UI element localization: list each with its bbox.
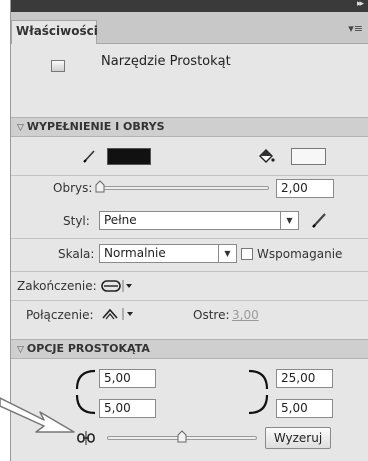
section-fill-stroke[interactable]: ▽ WYPEŁNIENIE I OBRYS <box>11 117 368 137</box>
section-rectangle-options[interactable]: ▽ OPCJE PROSTOKĄTA <box>11 339 368 359</box>
panel-menu-icon[interactable]: ▾≡ <box>348 22 363 35</box>
corner-top-right-input[interactable]: 25,00 <box>276 369 333 388</box>
collapse-icon[interactable]: ▸▸ <box>357 0 364 9</box>
stroke-style-value: Pełne <box>104 213 137 227</box>
miter-label: Ostre: <box>193 308 230 322</box>
collapse-triangle-icon: ▽ <box>17 345 24 355</box>
panel-title-bar: ▸▸ <box>11 0 368 12</box>
edit-style-pencil-icon[interactable] <box>309 210 329 230</box>
section-title: OPCJE PROSTOKĄTA <box>26 342 150 355</box>
hinting-checkbox[interactable] <box>241 248 253 260</box>
stroke-width-slider[interactable] <box>99 186 269 190</box>
annotation-arrow-icon <box>0 397 75 433</box>
corner-top-right-icon <box>248 369 269 390</box>
stroke-color-swatch[interactable] <box>107 148 151 165</box>
stroke-style-select[interactable]: Pełne ▼ <box>99 211 299 230</box>
paint-bucket-icon <box>259 149 275 163</box>
corner-bottom-right-icon <box>248 394 269 415</box>
divider <box>11 300 368 301</box>
cap-style-icon[interactable] <box>101 279 133 293</box>
chevron-down-icon: ▼ <box>280 212 298 229</box>
reset-button[interactable]: Wyzeruj <box>265 427 331 449</box>
rectangle-tool-icon <box>51 60 65 72</box>
chevron-down-icon: ▼ <box>218 245 236 262</box>
join-style-icon[interactable] <box>101 307 135 321</box>
stroke-width-input[interactable]: 2,00 <box>276 179 334 198</box>
corner-top-left-icon <box>75 369 96 390</box>
corner-top-left-input[interactable]: 5,00 <box>99 369 156 388</box>
collapse-triangle-icon: ▽ <box>17 123 24 133</box>
scale-value: Normalnie <box>104 246 166 260</box>
corner-bottom-right-input[interactable]: 5,00 <box>276 399 333 418</box>
corner-bottom-left-input[interactable]: 5,00 <box>99 399 156 418</box>
miter-value[interactable]: 3,00 <box>232 308 259 322</box>
join-label: Połączenie: <box>26 308 94 322</box>
divider <box>11 271 368 272</box>
tool-name: Narzędzie Prostokąt <box>101 54 231 69</box>
section-title: WYPEŁNIENIE I OBRYS <box>26 120 165 133</box>
cap-label: Zakończenie: <box>17 279 97 293</box>
tab-properties[interactable]: Właściwości <box>11 20 98 44</box>
tool-header: Narzędzie Prostokąt <box>11 44 368 116</box>
scale-label: Skala: <box>58 247 95 261</box>
style-label: Styl: <box>63 214 90 228</box>
stroke-width-slider-thumb[interactable] <box>95 180 105 193</box>
divider <box>11 175 368 176</box>
stroke-width-label: Obrys: <box>53 181 93 195</box>
fill-color-swatch[interactable] <box>291 148 326 165</box>
tab-row: Właściwości ▾≡ <box>11 12 368 44</box>
hinting-label: Wspomaganie <box>257 247 343 261</box>
corner-radius-slider-thumb[interactable] <box>177 430 187 443</box>
scale-select[interactable]: Normalnie ▼ <box>99 244 237 263</box>
pencil-icon <box>83 150 95 163</box>
divider <box>11 238 368 239</box>
